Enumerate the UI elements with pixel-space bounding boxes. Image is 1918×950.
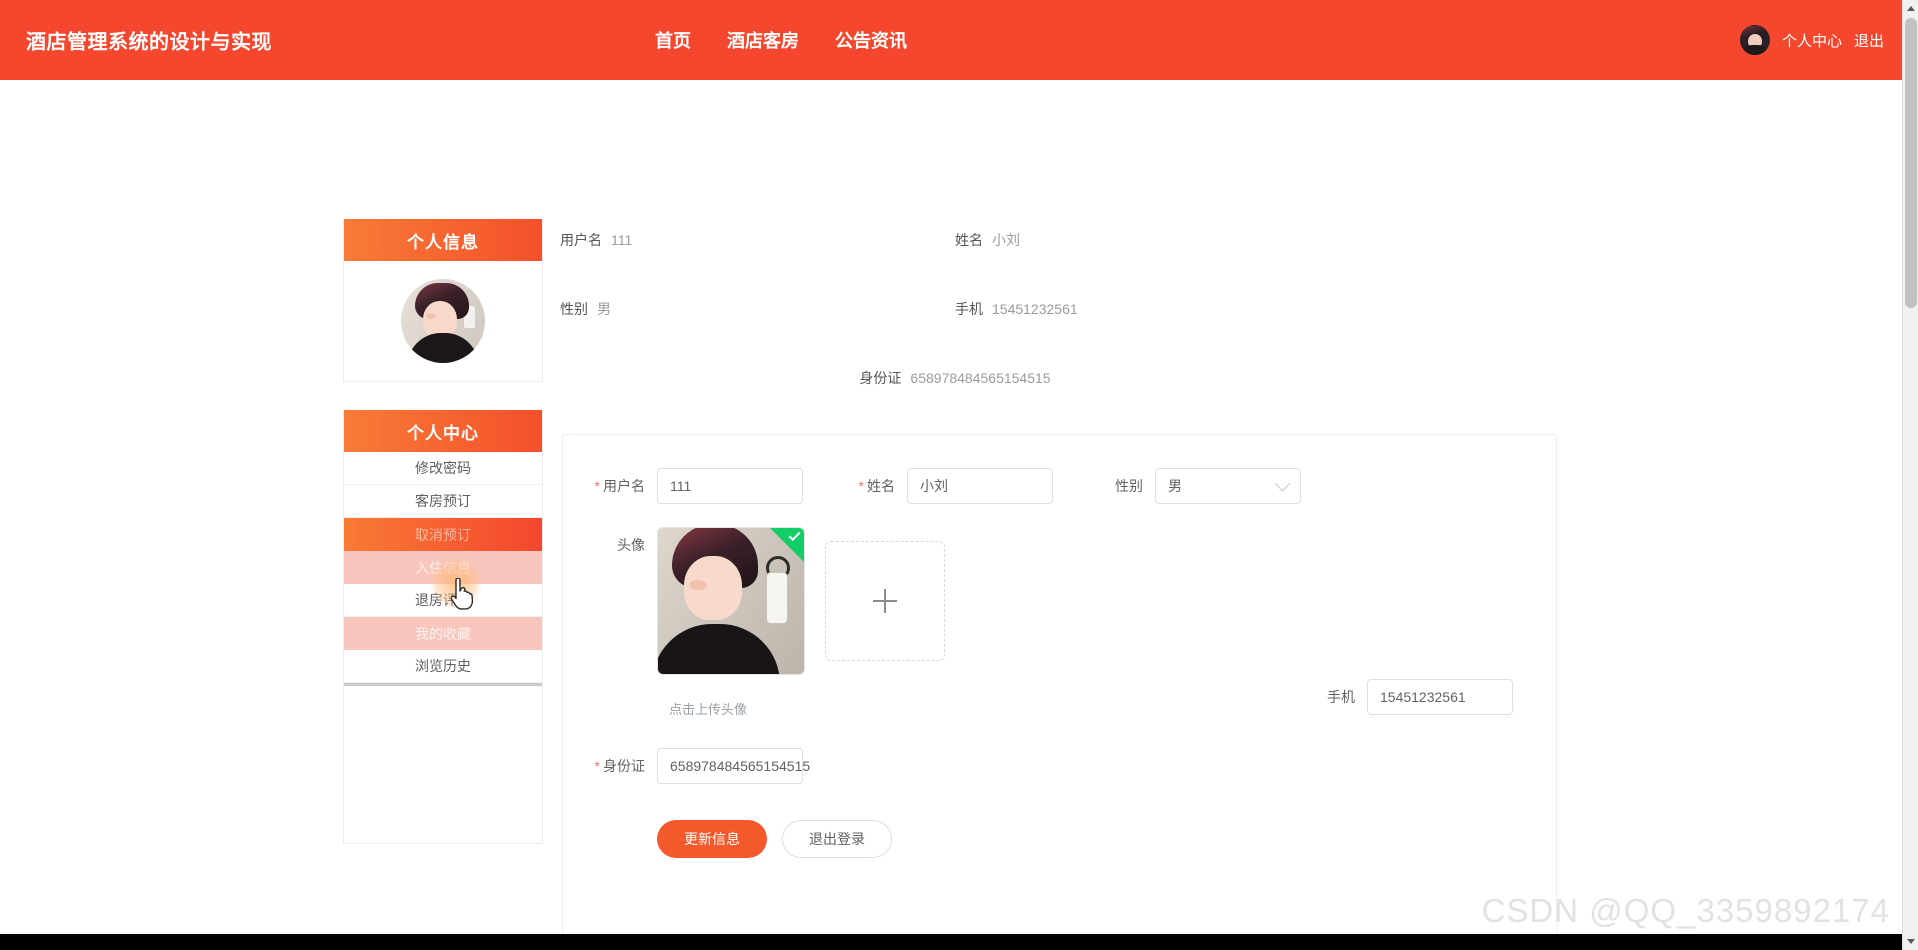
info-name: 姓名 小刘 xyxy=(955,230,1350,250)
info-username-value: 111 xyxy=(611,232,633,248)
chevron-up-icon xyxy=(1907,6,1915,11)
chevron-down-icon-scroll xyxy=(1907,939,1915,944)
avatar-thumbnail[interactable] xyxy=(657,527,805,675)
info-username-label: 用户名 xyxy=(560,232,602,248)
avatar-field-label: 头像 xyxy=(617,537,645,553)
info-gender-value: 男 xyxy=(597,301,611,317)
profile-edit-form: * 用户名 111 * 姓名 小刘 性别 男 头像 点击上传头像 手机 1545… xyxy=(562,434,1557,950)
info-idcard-value: 658978484565154515 xyxy=(910,370,1051,386)
watermark-text: CSDN @QQ_3359892174 xyxy=(1481,892,1890,929)
logout-link[interactable]: 退出 xyxy=(1854,30,1884,51)
profile-avatar xyxy=(401,279,485,363)
field-name-label-text: 姓名 xyxy=(867,478,895,494)
menu-card: 个人中心 修改密码 客房预订 取消预订 入住信息 退房评价 我的收藏 浏览历史 xyxy=(343,410,543,844)
field-idcard-label: * 身份证 xyxy=(563,756,657,776)
field-phone-label: 手机 xyxy=(1327,689,1355,705)
header-user-area: 个人中心 退出 xyxy=(1739,25,1884,55)
field-username: * 用户名 111 xyxy=(563,468,803,504)
avatar-thumbnail-object-bottle xyxy=(766,572,788,624)
sidebar-item-cancel-booking[interactable]: 取消预订 xyxy=(344,518,542,551)
plus-icon xyxy=(873,589,897,613)
logout-button[interactable]: 退出登录 xyxy=(782,820,892,858)
form-row-tip-phone: 点击上传头像 手机 15451232561 xyxy=(563,679,1556,718)
brand-title: 酒店管理系统的设计与实现 xyxy=(26,31,272,54)
sidebar-item-browse-history[interactable]: 浏览历史 xyxy=(344,650,542,683)
info-phone-value: 15451232561 xyxy=(992,301,1078,317)
info-gender-label: 性别 xyxy=(560,301,588,317)
field-name-label: * 姓名 xyxy=(843,476,907,496)
page-body: 个人信息 个人中心 修改密码 客房预订 取消预订 入住信息 退房评价 我的收藏 … xyxy=(0,80,1918,950)
info-gender: 性别 男 xyxy=(560,299,955,319)
menu-card-filler xyxy=(344,683,542,843)
field-idcard-label-text: 身份证 xyxy=(603,758,645,774)
gender-select[interactable]: 男 xyxy=(1155,468,1301,504)
form-actions: 更新信息 退出登录 xyxy=(563,820,1556,858)
username-input[interactable]: 111 xyxy=(657,468,803,504)
info-name-label: 姓名 xyxy=(955,232,983,248)
profile-card: 个人信息 xyxy=(343,219,543,382)
upload-add-button[interactable] xyxy=(825,541,945,661)
page-scrollbar[interactable] xyxy=(1902,0,1918,950)
site-header: 酒店管理系统的设计与实现 首页 酒店客房 公告资讯 个人中心 退出 xyxy=(0,0,1918,80)
scroll-up-button[interactable] xyxy=(1903,0,1918,17)
avatar[interactable] xyxy=(1739,25,1770,55)
chevron-down-icon xyxy=(1274,475,1291,491)
menu-card-title: 个人中心 xyxy=(344,410,542,452)
info-row-2: 性别 男 手机 15451232561 xyxy=(560,299,1350,319)
nav-item-rooms[interactable]: 酒店客房 xyxy=(727,27,799,53)
info-name-value: 小刘 xyxy=(992,232,1020,248)
info-row-1: 用户名 111 姓名 小刘 xyxy=(560,230,1350,250)
form-row-idcard: * 身份证 658978484565154515 xyxy=(563,748,1556,784)
field-name: * 姓名 小刘 xyxy=(843,468,1053,504)
user-center-link[interactable]: 个人中心 xyxy=(1782,30,1842,51)
profile-avatar-cheek xyxy=(426,313,436,319)
nav-item-home[interactable]: 首页 xyxy=(655,27,691,53)
info-idcard-label: 身份证 xyxy=(859,370,902,386)
form-row-basic: * 用户名 111 * 姓名 小刘 性别 男 xyxy=(563,435,1556,504)
field-phone: 手机 15451232561 xyxy=(1323,679,1513,715)
scroll-down-button[interactable] xyxy=(1903,933,1918,950)
phone-input[interactable]: 15451232561 xyxy=(1367,679,1513,715)
idcard-input[interactable]: 658978484565154515 xyxy=(657,748,810,784)
sidebar-item-room-booking[interactable]: 客房预订 xyxy=(344,485,542,518)
info-idcard: 身份证 658978484565154515 xyxy=(560,368,1350,388)
field-gender: 性别 男 xyxy=(1101,468,1301,504)
profile-info-grid: 用户名 111 姓名 小刘 性别 男 手机 15451232561 身份证 65… xyxy=(560,230,1350,388)
update-info-button[interactable]: 更新信息 xyxy=(657,820,767,858)
info-phone: 手机 15451232561 xyxy=(955,299,1350,319)
menu-list: 修改密码 客房预订 取消预订 入住信息 退房评价 我的收藏 浏览历史 xyxy=(344,452,542,683)
avatar-body xyxy=(1741,45,1768,55)
field-username-label-text: 用户名 xyxy=(603,478,645,494)
profile-card-title: 个人信息 xyxy=(344,219,542,261)
required-marker-icon-2: * xyxy=(858,478,864,494)
info-row-3: 身份证 658978484565154515 xyxy=(560,368,1350,388)
required-marker-icon-3: * xyxy=(594,758,600,774)
bottom-black-strip xyxy=(0,934,1902,950)
field-username-label: * 用户名 xyxy=(563,476,657,496)
sidebar-item-favorites[interactable]: 我的收藏 xyxy=(344,617,542,650)
sidebar-item-checkin-info[interactable]: 入住信息 xyxy=(344,551,542,584)
profile-card-body xyxy=(344,261,542,381)
sidebar-item-checkout-review[interactable]: 退房评价 xyxy=(344,584,542,617)
form-row-avatar: 头像 xyxy=(563,527,1556,675)
field-gender-label: 性别 xyxy=(1115,478,1143,494)
info-username: 用户名 111 xyxy=(560,230,955,250)
left-column: 个人信息 个人中心 修改密码 客房预订 取消预订 入住信息 退房评价 我的收藏 … xyxy=(343,219,543,844)
scrollbar-thumb[interactable] xyxy=(1905,18,1917,308)
required-marker-icon: * xyxy=(594,478,600,494)
sidebar-item-change-password[interactable]: 修改密码 xyxy=(344,452,542,485)
name-input[interactable]: 小刘 xyxy=(907,468,1053,504)
info-phone-label: 手机 xyxy=(955,301,983,317)
avatar-thumbnail-cheek xyxy=(689,580,707,590)
main-nav: 首页 酒店客房 公告资讯 xyxy=(655,27,907,53)
gender-select-value: 男 xyxy=(1168,478,1182,494)
nav-item-news[interactable]: 公告资讯 xyxy=(835,27,907,53)
